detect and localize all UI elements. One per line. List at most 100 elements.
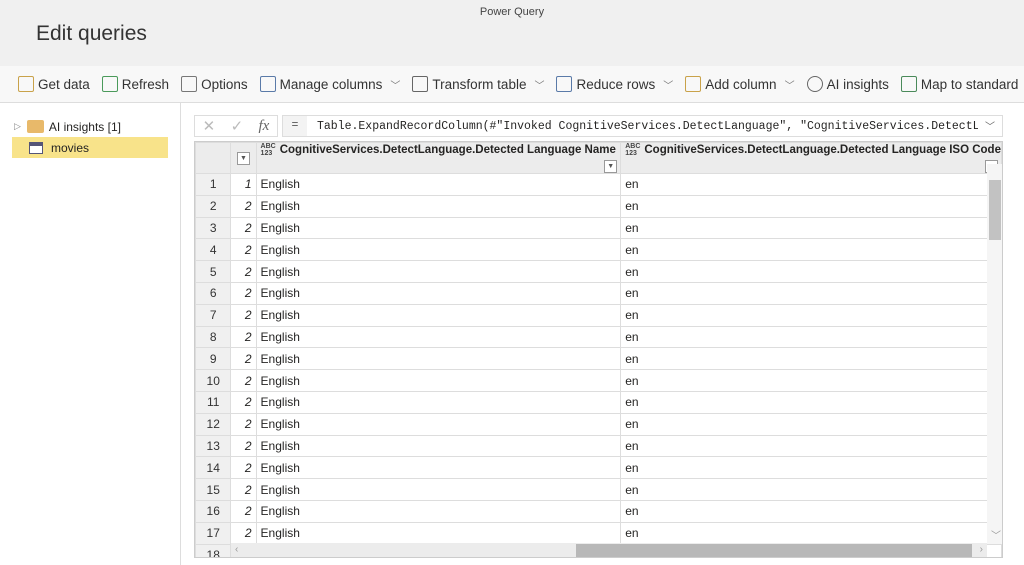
- cell[interactable]: en: [620, 325, 1002, 349]
- cell[interactable]: English: [255, 173, 622, 196]
- cell[interactable]: en: [620, 260, 1002, 283]
- row-number[interactable]: 5: [195, 260, 232, 283]
- chevron-down-icon[interactable]: ﹀: [785, 77, 795, 92]
- cell[interactable]: en: [620, 216, 1002, 240]
- row-number[interactable]: 6: [195, 281, 232, 305]
- row-number[interactable]: 2: [195, 194, 232, 218]
- cell[interactable]: 2: [230, 499, 257, 523]
- cell[interactable]: 2: [230, 238, 257, 262]
- query-folder-ai-insights[interactable]: ▷ AI insights [1]: [12, 116, 168, 137]
- fx-icon[interactable]: fx: [258, 118, 269, 135]
- column-header-0[interactable]: ▼: [230, 142, 257, 174]
- add-column-button[interactable]: Add column ﹀: [685, 76, 795, 92]
- column-filter-icon[interactable]: ▼: [236, 151, 250, 165]
- cell[interactable]: English: [255, 281, 622, 305]
- cell[interactable]: English: [255, 499, 622, 523]
- row-number[interactable]: 13: [195, 434, 232, 458]
- query-movies[interactable]: movies: [12, 137, 168, 158]
- options-button[interactable]: Options: [181, 76, 248, 92]
- row-number[interactable]: 7: [195, 303, 232, 327]
- cell[interactable]: English: [255, 478, 622, 501]
- row-number[interactable]: 17: [195, 521, 232, 545]
- row-number[interactable]: 10: [195, 369, 232, 392]
- chevron-down-icon[interactable]: ﹀: [390, 77, 400, 92]
- cell[interactable]: en: [620, 499, 1002, 523]
- ai-insights-button[interactable]: AI insights: [806, 76, 889, 92]
- cell[interactable]: English: [255, 456, 622, 480]
- vertical-scroll-thumb[interactable]: [989, 180, 1001, 240]
- cell[interactable]: 2: [230, 281, 257, 305]
- get-data-button[interactable]: Get data: [18, 76, 90, 92]
- manage-columns-button[interactable]: Manage columns ﹀: [259, 76, 400, 92]
- cell[interactable]: English: [255, 303, 622, 327]
- scroll-left-icon[interactable]: ‹: [235, 544, 238, 555]
- row-number[interactable]: 14: [195, 456, 232, 480]
- row-number[interactable]: 4: [195, 238, 232, 262]
- cell[interactable]: English: [255, 521, 622, 545]
- horizontal-scrollbar[interactable]: ‹ ›: [231, 543, 987, 557]
- cell[interactable]: 2: [230, 216, 257, 240]
- type-any-icon[interactable]: ABC 123: [261, 144, 276, 158]
- cell[interactable]: en: [620, 194, 1002, 218]
- map-to-standard-button[interactable]: Map to standard: [900, 76, 1018, 92]
- cell[interactable]: en: [620, 434, 1002, 458]
- cell[interactable]: en: [620, 173, 1002, 196]
- cell[interactable]: en: [620, 369, 1002, 392]
- chevron-down-icon[interactable]: ﹀: [663, 77, 673, 92]
- column-header-2[interactable]: ABC 123 CognitiveServices.DetectLanguage.D…: [620, 142, 1002, 174]
- cell[interactable]: 1: [230, 173, 257, 196]
- cell[interactable]: 2: [230, 194, 257, 218]
- cell[interactable]: English: [255, 434, 622, 458]
- cell[interactable]: en: [620, 456, 1002, 480]
- row-number[interactable]: 12: [195, 412, 232, 436]
- cell[interactable]: English: [255, 238, 622, 262]
- cell[interactable]: 2: [230, 456, 257, 480]
- column-filter-icon[interactable]: ▼: [604, 160, 618, 173]
- row-number[interactable]: 16: [195, 499, 232, 523]
- type-any-icon[interactable]: ABC 123: [625, 144, 640, 158]
- horizontal-scroll-thumb[interactable]: [576, 544, 972, 557]
- cell[interactable]: en: [620, 412, 1002, 436]
- scroll-right-icon[interactable]: ›: [980, 544, 983, 555]
- scroll-down-icon[interactable]: ﹀: [991, 527, 1001, 542]
- cell[interactable]: en: [620, 390, 1002, 414]
- cell[interactable]: English: [255, 325, 622, 349]
- cell[interactable]: English: [255, 260, 622, 283]
- cell[interactable]: English: [255, 347, 622, 371]
- chevron-down-icon[interactable]: ﹀: [534, 77, 544, 92]
- vertical-scrollbar[interactable]: ﹀: [987, 164, 1002, 544]
- cell[interactable]: 2: [230, 303, 257, 327]
- row-number[interactable]: 9: [195, 347, 232, 371]
- cell[interactable]: en: [620, 521, 1002, 545]
- cell[interactable]: en: [620, 281, 1002, 305]
- cell[interactable]: 2: [230, 347, 257, 371]
- row-number[interactable]: 3: [195, 216, 232, 240]
- chevron-down-icon[interactable]: ﹀: [978, 118, 1002, 134]
- row-number[interactable]: 18: [195, 543, 232, 557]
- cell[interactable]: English: [255, 369, 622, 392]
- cell[interactable]: en: [620, 478, 1002, 501]
- cell[interactable]: 2: [230, 260, 257, 283]
- cell[interactable]: 2: [230, 434, 257, 458]
- cell[interactable]: en: [620, 238, 1002, 262]
- row-number[interactable]: 1: [195, 173, 232, 196]
- row-number[interactable]: 11: [195, 390, 232, 414]
- cell[interactable]: 2: [230, 521, 257, 545]
- cell[interactable]: en: [620, 303, 1002, 327]
- row-number[interactable]: 8: [195, 325, 232, 349]
- formula-text[interactable]: Table.ExpandRecordColumn(#"Invoked Cogni…: [317, 120, 978, 133]
- column-header-1[interactable]: ABC 123 CognitiveServices.DetectLanguage.D…: [255, 142, 622, 174]
- cell[interactable]: 2: [230, 325, 257, 349]
- cell[interactable]: 2: [230, 478, 257, 501]
- cell[interactable]: English: [255, 194, 622, 218]
- cell[interactable]: 2: [230, 412, 257, 436]
- cell[interactable]: en: [620, 347, 1002, 371]
- cell[interactable]: English: [255, 216, 622, 240]
- formula-input[interactable]: = Table.ExpandRecordColumn(#"Invoked Cog…: [282, 115, 1003, 137]
- reduce-rows-button[interactable]: Reduce rows ﹀: [556, 76, 673, 92]
- cell[interactable]: 2: [230, 369, 257, 392]
- cell[interactable]: 2: [230, 390, 257, 414]
- expand-icon[interactable]: ▷: [14, 121, 21, 132]
- transform-table-button[interactable]: Transform table ﹀: [412, 76, 544, 92]
- row-number[interactable]: 15: [195, 478, 232, 501]
